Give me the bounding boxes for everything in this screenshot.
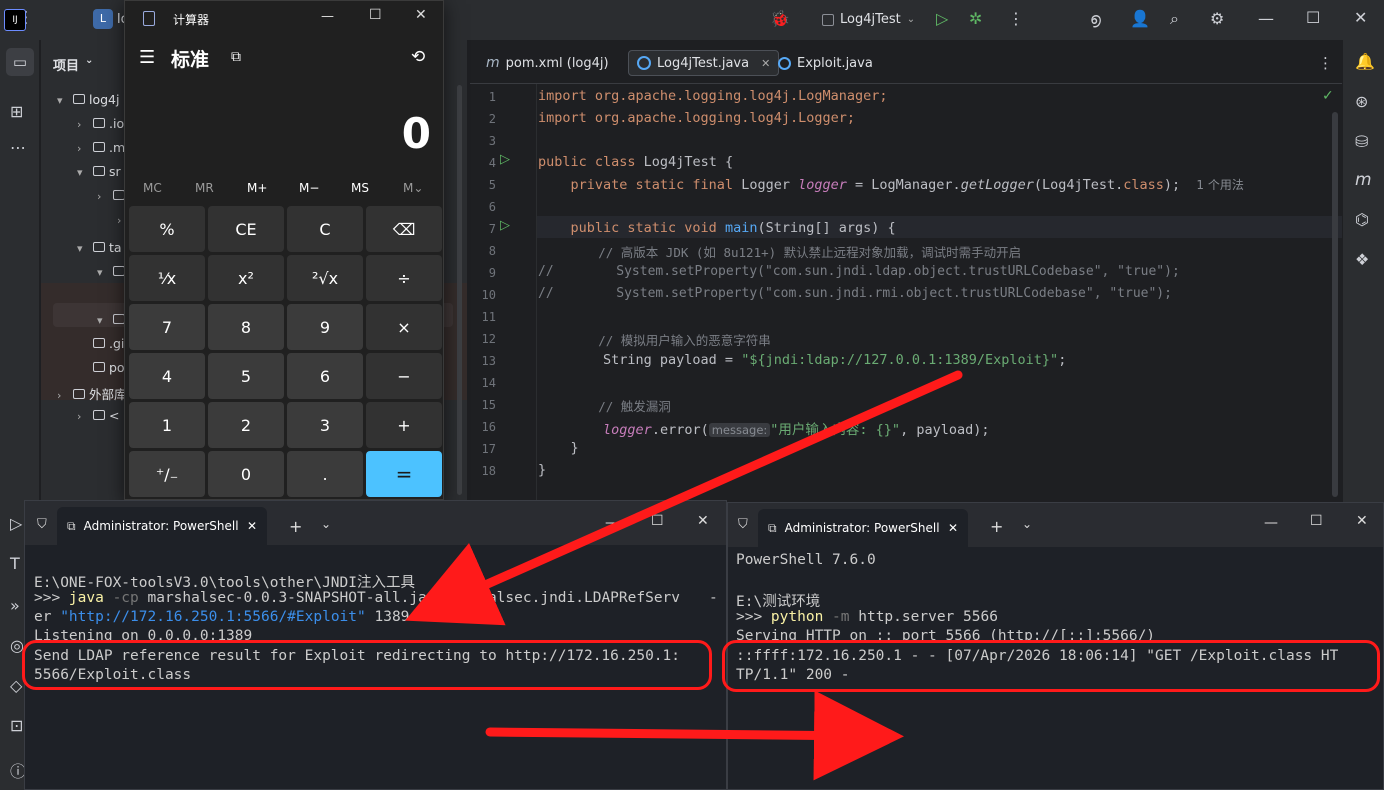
annotation-arrows [405,370,963,781]
annotation-arrow-payload-to-ldap [405,370,963,626]
annotation-arrow-to-http [485,690,904,781]
